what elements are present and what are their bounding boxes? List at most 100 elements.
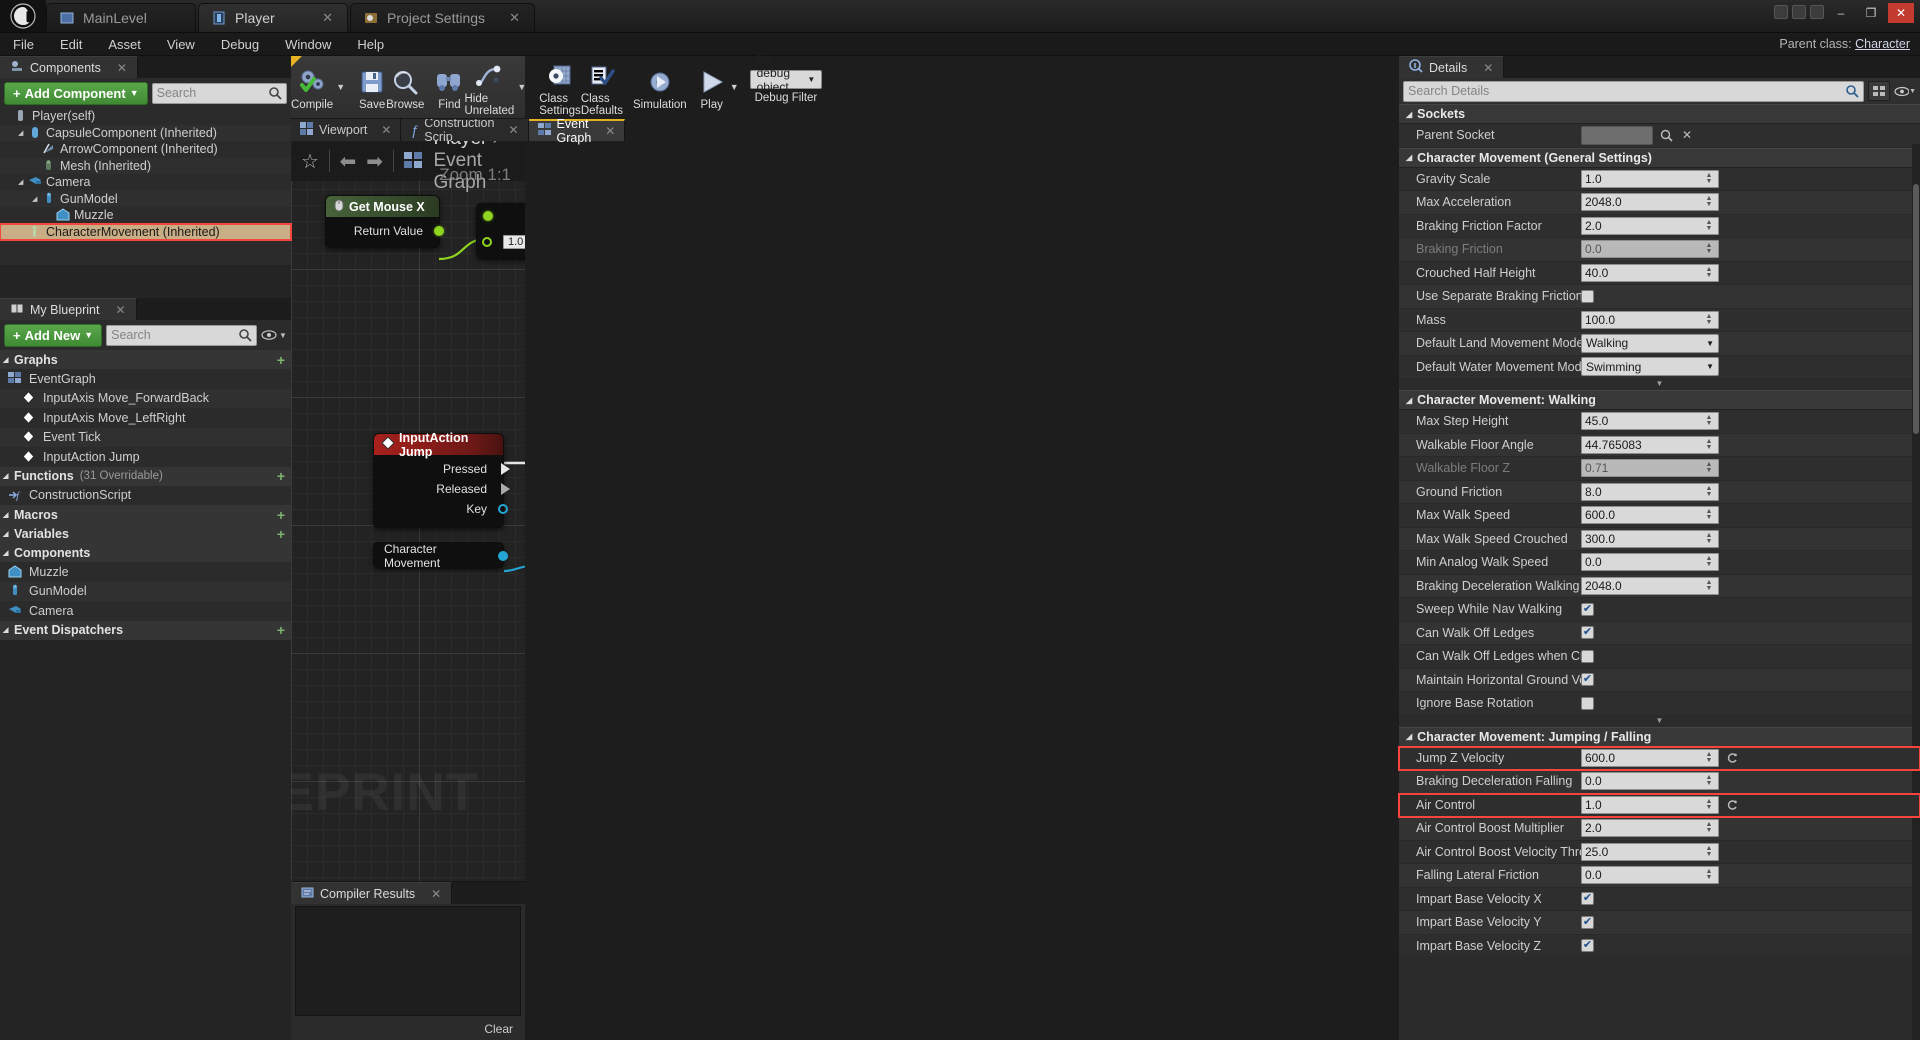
toolbar-hide-unrelated-button[interactable]: Hide Unrelated xyxy=(464,56,514,118)
key-pin-icon[interactable] xyxy=(498,504,508,514)
details-search-input[interactable] xyxy=(1408,84,1845,98)
clear-icon[interactable]: ✕ xyxy=(1679,127,1695,143)
number-input[interactable]: 0.71 ▲ ▼ xyxy=(1581,459,1719,478)
component-tree-item[interactable]: Player(self) xyxy=(0,108,291,125)
number-input[interactable]: 100.0 ▲ ▼ xyxy=(1581,310,1719,329)
spinner-icon[interactable]: ▲ ▼ xyxy=(1703,194,1715,210)
menu-item-file[interactable]: File xyxy=(0,33,47,56)
node-multiply-x[interactable]: ✕ 1.0 Add pin ➕ xyxy=(476,203,525,260)
add-to-section-button[interactable]: + xyxy=(277,507,285,523)
details-scrollbar[interactable] xyxy=(1912,144,1920,1040)
details-property-row[interactable]: Default Water Movement Mode Swimming ▼ xyxy=(1399,355,1920,379)
component-tree-item[interactable]: ArrowComponent (Inherited) xyxy=(0,141,291,158)
number-input[interactable]: 45.0 ▲ ▼ xyxy=(1581,412,1719,431)
spinner-icon[interactable]: ▲ ▼ xyxy=(1703,312,1715,328)
details-property-row[interactable]: Braking Deceleration Falling 0.0 ▲ ▼ xyxy=(1399,770,1920,794)
tab-details[interactable]: Details ✕ xyxy=(1399,56,1505,78)
myblueprint-list-item[interactable]: GunModel xyxy=(0,581,291,601)
details-category-character-movement-jumping-falling[interactable]: ◢ Character Movement: Jumping / Falling xyxy=(1399,726,1920,747)
myblueprint-list-item[interactable]: EventGraph xyxy=(0,369,291,389)
myblueprint-list-item[interactable]: Event Tick xyxy=(0,427,291,447)
expand-arrow-icon[interactable]: ◢ xyxy=(3,626,14,634)
spinner-icon[interactable]: ▲ ▼ xyxy=(1703,413,1715,429)
expand-arrow-icon[interactable]: ◢ xyxy=(3,356,14,364)
close-icon[interactable]: ✕ xyxy=(381,123,391,137)
details-property-row[interactable]: Max Acceleration 2048.0 ▲ ▼ xyxy=(1399,191,1920,215)
details-property-row[interactable]: Max Walk Speed Crouched 300.0 ▲ ▼ xyxy=(1399,527,1920,551)
dropdown-select[interactable]: Swimming ▼ xyxy=(1581,357,1719,377)
expand-arrow-icon[interactable]: ◢ xyxy=(18,129,28,137)
node-pin-row[interactable]: Pressed xyxy=(374,459,510,479)
tab-viewport[interactable]: Viewport ✕ xyxy=(291,119,402,141)
myblueprint-visibility-button[interactable]: ▼ xyxy=(261,325,287,346)
tab-my-blueprint[interactable]: My Blueprint ✕ xyxy=(0,298,137,320)
close-icon[interactable]: ✕ xyxy=(115,303,125,317)
parent-socket-field[interactable] xyxy=(1581,125,1653,145)
window-tab-project-settings[interactable]: Project Settings ✕ xyxy=(350,3,535,32)
spinner-icon[interactable]: ▲ ▼ xyxy=(1703,554,1715,570)
number-input[interactable]: 40.0 ▲ ▼ xyxy=(1581,263,1719,282)
myblueprint-section-event-dispatchers[interactable]: ◢ Event Dispatchers + xyxy=(0,620,291,640)
spinner-icon[interactable]: ▲ ▼ xyxy=(1703,241,1715,257)
expand-arrow-icon[interactable]: ◢ xyxy=(3,549,14,557)
minimize-button[interactable]: – xyxy=(1828,3,1854,23)
expand-arrow-icon[interactable]: ◢ xyxy=(1406,732,1412,741)
myblueprint-section-variables[interactable]: ◢ Variables + xyxy=(0,524,291,543)
details-property-row[interactable]: Falling Lateral Friction 0.0 ▲ ▼ xyxy=(1399,864,1920,888)
details-category-sockets[interactable]: ◢ Sockets xyxy=(1399,104,1920,124)
spinner-icon[interactable]: ▲ ▼ xyxy=(1703,507,1715,523)
tab-components[interactable]: Components ✕ xyxy=(0,56,138,78)
output-pin-icon[interactable] xyxy=(498,551,508,561)
checkbox[interactable] xyxy=(1581,696,1594,710)
spinner-icon[interactable]: ▲ ▼ xyxy=(1703,437,1715,453)
details-property-row[interactable]: Can Walk Off Ledges when Crou xyxy=(1399,645,1920,669)
number-input[interactable]: 2.0 ▲ ▼ xyxy=(1581,819,1719,838)
checkbox[interactable] xyxy=(1581,915,1594,929)
spinner-icon[interactable]: ▲ ▼ xyxy=(1703,265,1715,281)
spinner-icon[interactable]: ▲ ▼ xyxy=(1703,844,1715,860)
close-button[interactable]: ✕ xyxy=(1888,3,1914,23)
toolbar-play-button[interactable]: Play xyxy=(697,56,727,118)
compiler-results-list[interactable] xyxy=(295,906,521,1016)
debug-object-select[interactable]: No debug object selected ▼ xyxy=(749,52,823,108)
number-input[interactable]: 2048.0 ▲ ▼ xyxy=(1581,193,1719,212)
hide-unrelated-caret[interactable]: ▼ xyxy=(514,56,529,118)
expand-arrow-icon[interactable]: ◢ xyxy=(1406,153,1412,162)
details-property-row[interactable]: Parent Socket ✕ xyxy=(1399,124,1920,148)
eye-icon[interactable]: ▼ xyxy=(1894,81,1916,101)
component-tree-item[interactable]: Mesh (Inherited) xyxy=(0,157,291,174)
node-character-movement-getter[interactable]: Character Movement xyxy=(373,542,508,570)
myblueprint-section-components[interactable]: ◢ Components xyxy=(0,543,291,562)
details-property-row[interactable]: Impart Base Velocity Y xyxy=(1399,911,1920,935)
component-tree-item[interactable]: ◢ GunModel xyxy=(0,190,291,207)
window-tab-player[interactable]: Player ✕ xyxy=(198,3,348,32)
node-header[interactable]: Get Mouse X xyxy=(326,196,439,217)
details-property-row[interactable]: Gravity Scale 1.0 ▲ ▼ xyxy=(1399,167,1920,191)
details-property-row[interactable]: Can Walk Off Ledges xyxy=(1399,621,1920,645)
details-property-row[interactable]: Braking Friction 0.0 ▲ ▼ xyxy=(1399,238,1920,262)
tab-compiler-results[interactable]: Compiler Results ✕ xyxy=(291,882,453,904)
myblueprint-search-input[interactable] xyxy=(111,328,238,342)
myblueprint-section-functions[interactable]: ◢ Functions (31 Overridable) + xyxy=(0,466,291,486)
details-property-row[interactable]: Ground Friction 8.0 ▲ ▼ xyxy=(1399,480,1920,504)
details-property-row[interactable]: Crouched Half Height 40.0 ▲ ▼ xyxy=(1399,261,1920,285)
details-property-row[interactable]: Braking Deceleration Walking 2048.0 ▲ ▼ xyxy=(1399,574,1920,598)
checkbox[interactable] xyxy=(1581,892,1594,906)
details-category-character-movement-general-settings[interactable]: ◢ Character Movement (General Settings) xyxy=(1399,147,1920,168)
dropdown-select[interactable]: Walking ▼ xyxy=(1581,333,1719,353)
components-search-input[interactable] xyxy=(156,86,268,100)
details-property-row[interactable]: Walkable Floor Angle 44.765083 ▲ ▼ xyxy=(1399,433,1920,457)
spinner-icon[interactable]: ▲ ▼ xyxy=(1703,773,1715,789)
details-property-row[interactable]: Ignore Base Rotation xyxy=(1399,692,1920,716)
close-icon[interactable]: ✕ xyxy=(117,61,127,75)
spinner-icon[interactable]: ▲ ▼ xyxy=(1703,171,1715,187)
expand-arrow-icon[interactable]: ◢ xyxy=(3,511,14,519)
checkbox[interactable] xyxy=(1581,939,1594,953)
menu-item-debug[interactable]: Debug xyxy=(208,33,272,56)
close-icon[interactable]: ✕ xyxy=(493,10,520,26)
number-input[interactable]: 600.0 ▲ ▼ xyxy=(1581,748,1719,767)
details-property-row[interactable]: Braking Friction Factor 2.0 ▲ ▼ xyxy=(1399,214,1920,238)
details-property-row[interactable]: Mass 100.0 ▲ ▼ xyxy=(1399,308,1920,332)
component-tree-item[interactable]: CharacterMovement (Inherited) xyxy=(0,222,292,241)
tab-construction-script[interactable]: ƒ Construction Scrip ✕ xyxy=(401,116,529,144)
